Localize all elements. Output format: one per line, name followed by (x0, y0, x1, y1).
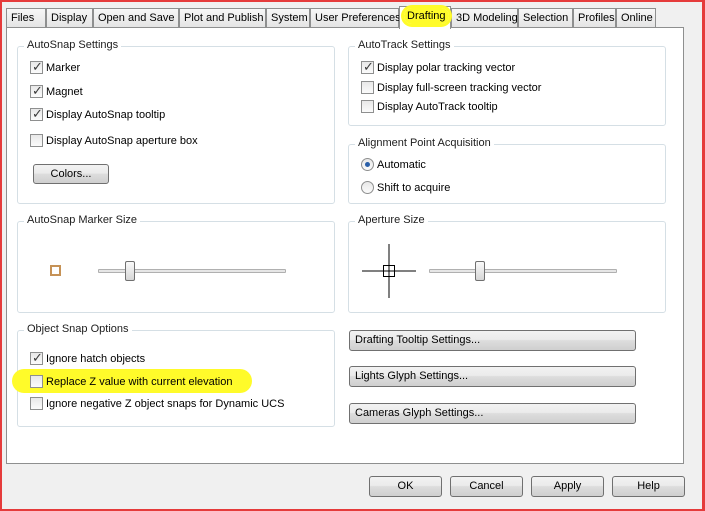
autotrack-settings-title: AutoTrack Settings (355, 39, 454, 51)
ignore-hatch-label: Ignore hatch objects (46, 353, 146, 365)
ok-button[interactable]: OK (369, 476, 442, 497)
automatic-label: Automatic (377, 159, 426, 171)
tab-system[interactable]: System (266, 8, 310, 28)
autosnap-settings-group: AutoSnap Settings ✓ Marker ✓ Magnet ✓ Di… (17, 39, 335, 204)
tab-user-preferences[interactable]: User Preferences (310, 8, 401, 28)
tab-plot-and-publish[interactable]: Plot and Publish (179, 8, 266, 28)
drafting-tooltip-settings-button[interactable]: Drafting Tooltip Settings... (349, 330, 636, 351)
aperture-size-title: Aperture Size (355, 214, 428, 226)
polar-tracking-label: Display polar tracking vector (377, 62, 516, 74)
aperture-size-slider[interactable] (475, 261, 485, 281)
polar-tracking-checkbox[interactable]: ✓ (361, 59, 374, 74)
autosnap-settings-title: AutoSnap Settings (24, 39, 122, 51)
tab-3d-modeling[interactable]: 3D Modeling (451, 8, 518, 28)
aperture-box-label: Display AutoSnap aperture box (46, 135, 198, 147)
cameras-glyph-settings-button[interactable]: Cameras Glyph Settings... (349, 403, 636, 424)
alignment-point-title: Alignment Point Acquisition (355, 137, 494, 149)
aperture-size-group: Aperture Size (348, 214, 666, 313)
ignore-hatch-checkbox[interactable]: ✓ (30, 350, 43, 365)
tab-display[interactable]: Display (46, 8, 93, 28)
marker-size-title: AutoSnap Marker Size (24, 214, 141, 226)
tab-drafting[interactable]: Drafting (399, 6, 451, 29)
tab-open-and-save[interactable]: Open and Save (93, 8, 179, 28)
check-mark-icon: ✓ (32, 83, 43, 98)
help-button[interactable]: Help (612, 476, 685, 497)
autotrack-tooltip-checkbox[interactable] (361, 100, 374, 113)
autosnap-tooltip-checkbox[interactable]: ✓ (30, 106, 43, 121)
apply-button[interactable]: Apply (531, 476, 604, 497)
marker-size-slider[interactable] (125, 261, 135, 281)
autotrack-tooltip-label: Display AutoTrack tooltip (377, 101, 498, 113)
aperture-size-track (429, 269, 617, 273)
marker-size-group: AutoSnap Marker Size (17, 214, 335, 313)
ignore-negative-z-label: Ignore negative Z object snaps for Dynam… (46, 398, 285, 410)
marker-label: Marker (46, 62, 81, 74)
drafting-panel: AutoSnap Settings ✓ Marker ✓ Magnet ✓ Di… (6, 27, 684, 464)
magnet-checkbox[interactable]: ✓ (30, 83, 43, 98)
automatic-radio[interactable] (361, 158, 374, 171)
autosnap-tooltip-label: Display AutoSnap tooltip (46, 109, 166, 121)
magnet-label: Magnet (46, 86, 83, 98)
marker-checkbox[interactable]: ✓ (30, 59, 43, 74)
shift-to-acquire-radio[interactable] (361, 181, 374, 194)
autotrack-settings-group: AutoTrack Settings ✓ Display polar track… (348, 39, 666, 126)
colors-button[interactable]: Colors... (33, 164, 109, 184)
object-snap-options-title: Object Snap Options (24, 323, 132, 335)
check-mark-icon: ✓ (32, 59, 43, 74)
marker-preview-icon (50, 265, 61, 276)
shift-to-acquire-label: Shift to acquire (377, 182, 451, 194)
lights-glyph-settings-button[interactable]: Lights Glyph Settings... (349, 366, 636, 387)
object-snap-options-group: Object Snap Options ✓ Ignore hatch objec… (12, 323, 335, 427)
ignore-negative-z-checkbox[interactable] (30, 397, 43, 410)
replace-z-label: Replace Z value with current elevation (46, 376, 233, 388)
fullscreen-tracking-checkbox[interactable] (361, 81, 374, 94)
tab-files[interactable]: Files (6, 8, 46, 28)
check-mark-icon: ✓ (32, 106, 43, 121)
fullscreen-tracking-label: Display full-screen tracking vector (377, 82, 542, 94)
check-mark-icon: ✓ (363, 59, 374, 74)
aperture-box-checkbox[interactable] (30, 134, 43, 147)
replace-z-checkbox[interactable] (30, 375, 43, 388)
check-mark-icon: ✓ (32, 350, 43, 365)
cancel-button[interactable]: Cancel (450, 476, 523, 497)
tab-selection[interactable]: Selection (518, 8, 573, 28)
alignment-point-group: Alignment Point Acquisition Automatic Sh… (348, 137, 666, 204)
tab-profiles[interactable]: Profiles (573, 8, 616, 28)
aperture-preview-icon (362, 244, 416, 298)
tab-online[interactable]: Online (616, 8, 656, 28)
